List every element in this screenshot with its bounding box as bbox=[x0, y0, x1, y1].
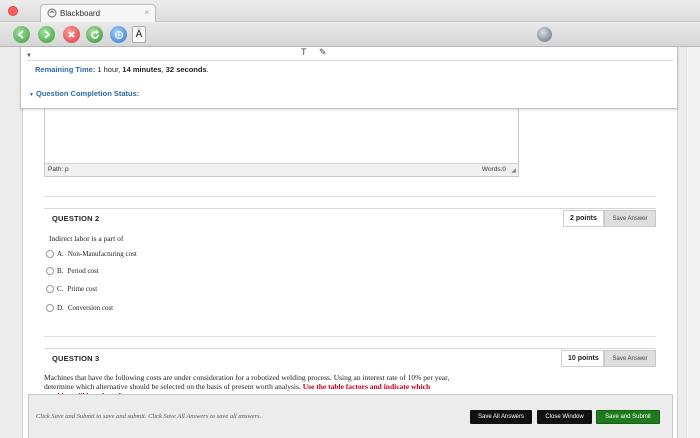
question-3-points: 10 points bbox=[561, 350, 604, 367]
pencil-icon[interactable]: ✎ bbox=[319, 47, 327, 58]
window-titlebar: Blackboard × bbox=[0, 0, 700, 22]
chevron-down-icon: ▼ bbox=[29, 92, 34, 98]
editor-path: Path: p bbox=[48, 166, 69, 173]
reload-icon bbox=[90, 29, 99, 39]
question-2-text: Indirect labor is a part of bbox=[49, 234, 124, 243]
tab-favicon-icon bbox=[47, 8, 57, 18]
question-2-title: QUESTION 2 bbox=[52, 214, 100, 223]
save-and-submit-button[interactable]: Save and Submit bbox=[596, 410, 660, 424]
forward-button[interactable] bbox=[38, 26, 55, 43]
home-button[interactable] bbox=[110, 26, 127, 43]
text-size-button[interactable]: Ä bbox=[132, 26, 146, 43]
submit-bar: Click Save and Submit to save and submit… bbox=[28, 394, 673, 438]
remaining-time: Remaining Time: 1 hour, 14 minutes, 32 s… bbox=[35, 65, 209, 74]
save-answer-button[interactable]: Save Answer bbox=[604, 350, 656, 367]
arrow-right-icon bbox=[44, 30, 51, 39]
reload-button[interactable] bbox=[86, 26, 103, 43]
question-2-points: 2 points bbox=[563, 210, 604, 227]
save-answer-button[interactable]: Save Answer bbox=[604, 210, 656, 227]
close-window-button[interactable]: Close Window bbox=[537, 410, 592, 424]
back-button[interactable] bbox=[13, 26, 30, 43]
option-d[interactable]: D. Conversion cost bbox=[46, 303, 113, 313]
radio-button[interactable] bbox=[46, 285, 54, 293]
globe-icon bbox=[114, 30, 123, 39]
editor-status-bar: Path: p Words:0 ◢ bbox=[45, 163, 518, 176]
question-2-header: QUESTION 2 2 points Save Answer bbox=[44, 208, 656, 227]
save-all-answers-button[interactable]: Save All Answers bbox=[470, 410, 532, 424]
text-editor[interactable]: Path: p Words:0 ◢ bbox=[44, 109, 519, 177]
browser-tab[interactable]: Blackboard × bbox=[40, 4, 156, 22]
radio-button[interactable] bbox=[46, 250, 54, 258]
editor-toolbar: T ✎ bbox=[301, 47, 337, 58]
world-icon[interactable] bbox=[537, 27, 552, 42]
test-status-panel: T ✎ ▼ Remaining Time: 1 hour, 14 minutes… bbox=[20, 47, 678, 109]
collapse-arrow-icon[interactable]: ▼ bbox=[26, 53, 32, 59]
radio-button[interactable] bbox=[46, 304, 54, 312]
option-label: Conversion cost bbox=[67, 304, 114, 312]
x-icon bbox=[68, 31, 75, 38]
option-c[interactable]: C. Prime cost bbox=[46, 284, 97, 294]
question-completion-status[interactable]: ▼ Question Completion Status: bbox=[29, 89, 139, 98]
divider bbox=[27, 60, 673, 61]
resize-handle-icon[interactable]: ◢ bbox=[511, 167, 516, 174]
arrow-left-icon bbox=[17, 30, 24, 39]
option-label: Non-Manufacturing cost bbox=[67, 250, 137, 258]
tab-title: Blackboard bbox=[60, 9, 101, 18]
scrollbar[interactable] bbox=[686, 47, 700, 438]
question-3-header: QUESTION 3 10 points Save Answer bbox=[44, 348, 656, 367]
option-label: Prime cost bbox=[67, 285, 98, 293]
browser-toolbar: Ä bbox=[0, 22, 700, 47]
option-b[interactable]: B. Period cost bbox=[46, 266, 99, 276]
tab-close-icon[interactable]: × bbox=[144, 8, 149, 17]
window-close-icon[interactable] bbox=[8, 6, 18, 16]
divider bbox=[44, 196, 656, 197]
radio-button[interactable] bbox=[46, 267, 54, 275]
divider bbox=[44, 336, 656, 337]
option-label: Period cost bbox=[67, 267, 99, 275]
text-format-icon[interactable]: T bbox=[301, 47, 307, 57]
editor-word-count: Words:0 bbox=[481, 166, 506, 173]
stop-button[interactable] bbox=[63, 26, 80, 43]
option-a[interactable]: A. Non-Manufacturing cost bbox=[46, 249, 137, 259]
question-3-title: QUESTION 3 bbox=[52, 354, 100, 363]
submit-hint: Click Save and Submit to save and submit… bbox=[36, 413, 262, 420]
